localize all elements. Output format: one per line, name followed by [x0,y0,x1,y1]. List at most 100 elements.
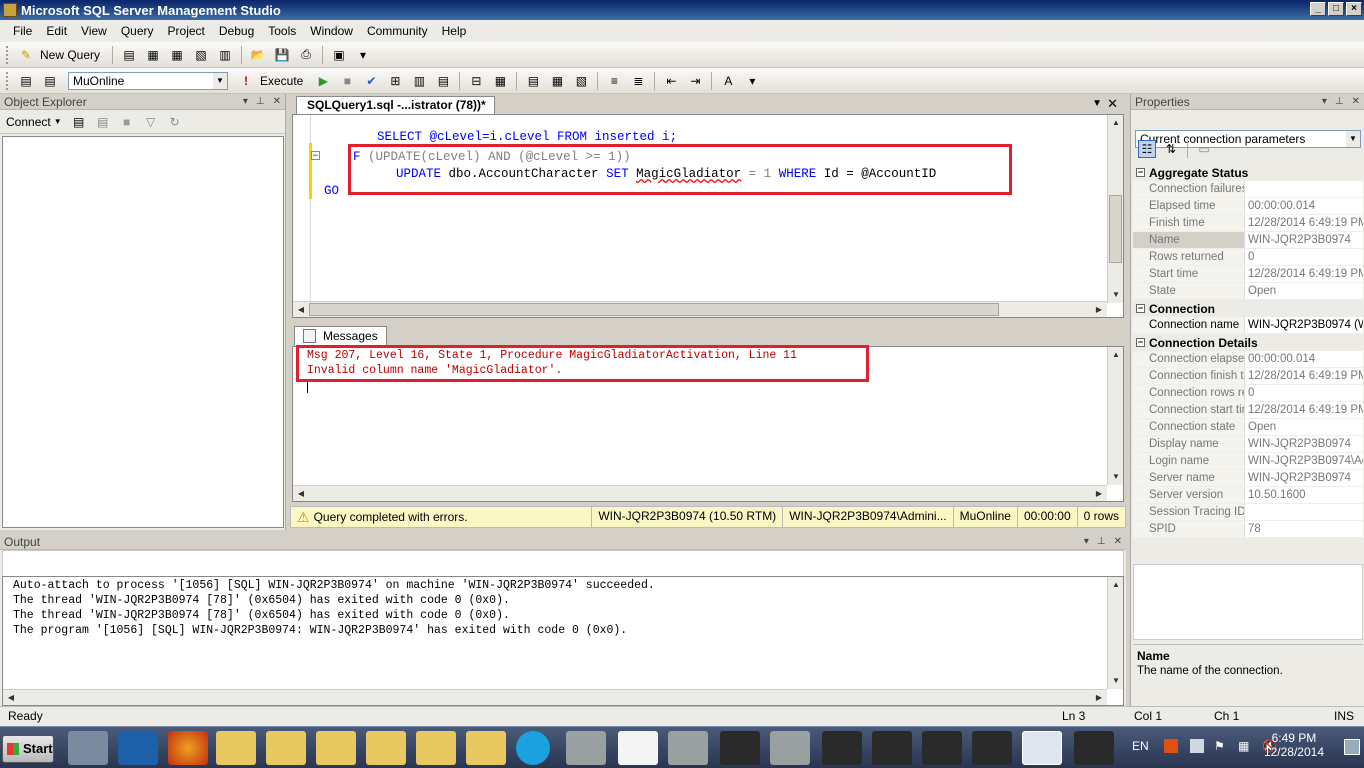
menu-edit[interactable]: Edit [39,24,74,38]
scroll-right-icon[interactable]: ▶ [1091,486,1107,502]
language-indicator[interactable]: EN [1132,739,1149,753]
object-explorer-tree[interactable] [2,136,284,528]
increase-indent-icon[interactable]: ⇥ [686,72,704,90]
console-app-icon[interactable] [720,731,760,765]
display-plan-icon[interactable]: ⊞ [386,72,404,90]
messages-pane[interactable]: Msg 207, Level 16, State 1, Procedure Ma… [292,345,1124,502]
property-row[interactable]: Connection failures [1133,181,1363,198]
menu-debug[interactable]: Debug [212,24,261,38]
results-to-grid-icon[interactable]: ▦ [548,72,566,90]
minimize-button[interactable]: _ [1310,2,1326,16]
menu-help[interactable]: Help [435,24,474,38]
tab-sqlquery1[interactable]: SQLQuery1.sql -...istrator (78))* [296,96,495,114]
property-row[interactable]: Login nameWIN-JQR2P3B0974\Adm [1133,453,1363,470]
client-stats-icon[interactable]: ▦ [491,72,509,90]
scroll-thumb[interactable] [309,303,999,316]
close-button[interactable]: × [1346,2,1362,16]
execute-icon[interactable]: ! [237,72,255,90]
tray-app-icon[interactable] [1164,739,1178,753]
tab-list-icon[interactable]: ▼ [1092,98,1102,109]
scroll-down-icon[interactable]: ▼ [1108,287,1124,303]
close-tab-icon[interactable]: ✕ [1107,96,1118,112]
sql-editor[interactable]: − SELECT @cLevel=i.cLevel FROM inserted … [292,114,1124,318]
action-center-icon[interactable]: ⚑ [1214,739,1225,753]
property-row-selected[interactable]: Name WIN-JQR2P3B0974 [1133,232,1363,249]
connectserver-icon[interactable] [668,731,708,765]
menu-project[interactable]: Project [161,24,212,38]
debug-play-icon[interactable]: ▶ [314,72,332,90]
toolbar-grip[interactable] [6,45,10,64]
comment-lines-icon[interactable]: ≡ [605,72,623,90]
pin-icon[interactable]: ⊥ [1335,94,1344,110]
decrease-indent-icon[interactable]: ⇤ [662,72,680,90]
category-connection[interactable]: − Connection [1133,300,1363,317]
property-row[interactable]: Connection state Open [1133,419,1363,436]
analysis-dmx-query-icon[interactable]: ▦ [168,46,186,64]
gameserver-icon[interactable] [770,731,810,765]
folder-icon[interactable] [466,731,506,765]
console-app-icon[interactable] [872,731,912,765]
category-aggregate-status[interactable]: − Aggregate Status [1133,164,1363,181]
collapse-icon[interactable]: − [311,151,320,160]
tray-app-icon[interactable] [1190,739,1204,753]
chevron-down-icon[interactable]: ▼ [54,117,62,126]
property-row[interactable]: Elapsed time 00:00:00.014 [1133,198,1363,215]
refresh-icon[interactable]: ↻ [166,113,184,131]
results-to-file-icon[interactable]: ▧ [572,72,590,90]
toolbar-grip[interactable] [6,71,10,90]
cancel-execution-icon[interactable]: ■ [338,72,356,90]
show-desktop-icon[interactable] [1344,739,1360,755]
property-row[interactable]: Connection elapsed 00:00:00.014 [1133,351,1363,368]
scroll-thumb[interactable] [1109,195,1122,263]
filter-icon[interactable]: ▽ [142,113,160,131]
property-row[interactable]: Finish time 12/28/2014 6:49:19 PM [1133,215,1363,232]
menu-window[interactable]: Window [303,24,360,38]
property-row[interactable]: Rows returned 0 [1133,249,1363,266]
editor-vertical-scrollbar[interactable]: ▲ ▼ [1107,115,1123,303]
analysis-mdx-query-icon[interactable]: ▦ [144,46,162,64]
toolbar-options-icon[interactable]: ▾ [354,46,372,64]
alphabetical-icon[interactable]: ⇅ [1162,140,1180,158]
scroll-right-icon[interactable]: ▶ [1091,690,1107,706]
open-file-icon[interactable]: 📂 [249,46,267,64]
compact-query-icon[interactable]: ▥ [216,46,234,64]
menu-view[interactable]: View [74,24,114,38]
document-icon[interactable] [618,731,658,765]
panel-menu-icon[interactable]: ▾ [1322,94,1327,110]
include-plan-icon[interactable]: ⊟ [467,72,485,90]
property-row[interactable]: Server version 10.50.1600 [1133,487,1363,504]
property-row[interactable]: Session Tracing ID [1133,504,1363,521]
chevron-down-icon[interactable]: ▼ [213,72,227,89]
maximize-button[interactable]: □ [1328,2,1344,16]
change-connection-icon[interactable]: ▤ [41,72,59,90]
property-grid[interactable]: − Aggregate Status Connection failures El… [1133,164,1363,538]
database-engine-query-icon[interactable]: ▤ [120,46,138,64]
panel-menu-icon[interactable]: ▾ [1084,534,1089,550]
folder-icon[interactable] [216,731,256,765]
tab-messages[interactable]: Messages [294,326,387,346]
close-icon[interactable]: ✕ [1352,94,1360,110]
property-row[interactable]: Connection nameWIN-JQR2P3B0974 (WIN [1133,317,1363,334]
connect-object-explorer-icon[interactable]: ▤ [70,113,88,131]
panel-menu-icon[interactable]: ▾ [243,94,248,110]
menu-community[interactable]: Community [360,24,435,38]
server-manager-icon[interactable] [68,731,108,765]
output-vertical-scrollbar[interactable]: ▲ ▼ [1107,577,1123,689]
activity-monitor-icon[interactable]: ▣ [330,46,348,64]
collapse-icon[interactable]: − [1136,304,1145,313]
console-app-icon[interactable] [1074,731,1114,765]
property-row[interactable]: Start time 12/28/2014 6:49:19 PM [1133,266,1363,283]
console-app-icon[interactable] [972,731,1012,765]
property-row[interactable]: Display name WIN-JQR2P3B0974 [1133,436,1363,453]
save-icon[interactable]: 💾 [273,46,291,64]
folder-icon[interactable] [316,731,356,765]
toolbar-options-icon[interactable]: ▾ [743,72,761,90]
stop-icon[interactable]: ■ [118,113,136,131]
console-app-icon[interactable] [922,731,962,765]
scroll-down-icon[interactable]: ▼ [1108,673,1124,689]
xmla-query-icon[interactable]: ▧ [192,46,210,64]
specify-values-icon[interactable]: A [719,72,737,90]
property-row[interactable]: State Open [1133,283,1363,300]
uncomment-lines-icon[interactable]: ≣ [629,72,647,90]
connect-dropdown[interactable]: Connect [6,115,51,129]
